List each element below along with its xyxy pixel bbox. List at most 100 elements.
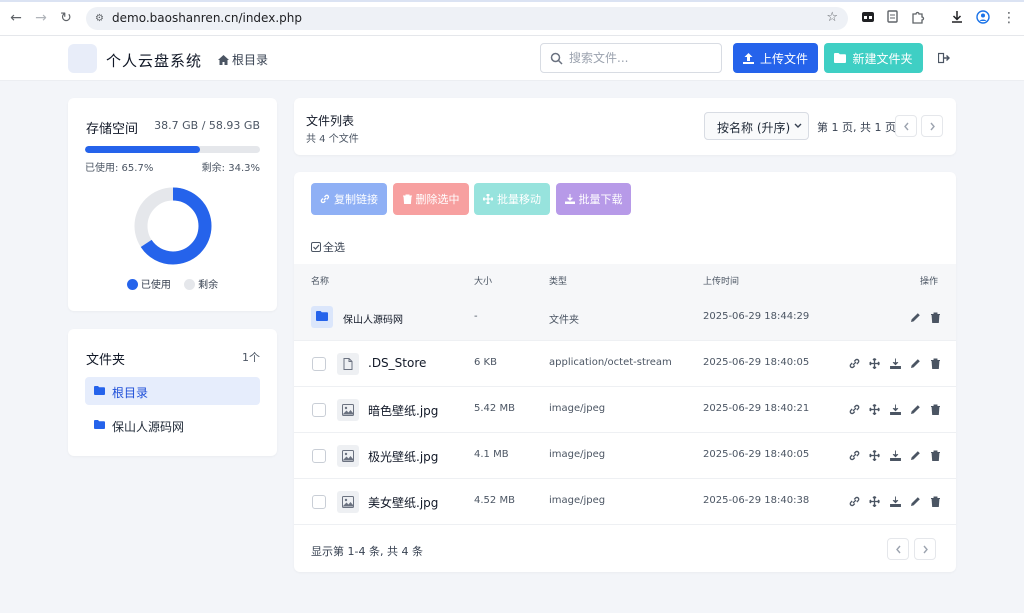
row-checkbox[interactable] xyxy=(312,357,326,371)
delete-icon[interactable] xyxy=(930,450,941,461)
move-icon[interactable] xyxy=(869,450,880,461)
row-name[interactable]: 暗色壁纸.jpg xyxy=(368,402,438,419)
delete-icon[interactable] xyxy=(930,358,941,369)
column-actions: 操作 xyxy=(920,277,939,287)
row-time: 2025-06-29 18:40:38 xyxy=(703,495,810,506)
download-icon[interactable] xyxy=(890,450,901,461)
reload-icon[interactable]: ↻ xyxy=(57,9,75,27)
logout-icon[interactable] xyxy=(938,52,950,64)
delete-icon[interactable] xyxy=(930,496,941,507)
column-size: 大小 xyxy=(474,277,493,287)
batch-move-button[interactable]: 批量移动 xyxy=(474,183,550,215)
home-link-label: 根目录 xyxy=(232,53,269,67)
footer-next-page-button[interactable] xyxy=(914,538,936,560)
batch-download-button[interactable]: 批量下载 xyxy=(556,183,631,215)
puzzle-icon[interactable] xyxy=(911,10,925,24)
file-list-title: 文件列表 xyxy=(306,114,355,128)
rename-icon[interactable] xyxy=(910,450,921,461)
share-link-icon[interactable] xyxy=(849,496,860,507)
storage-free-percent: 剩余: 34.3% xyxy=(201,163,260,174)
share-link-icon[interactable] xyxy=(849,450,860,461)
back-icon[interactable]: ← xyxy=(7,9,25,27)
copy-link-button[interactable]: 复制链接 xyxy=(311,183,387,215)
new-folder-button[interactable]: 新建文件夹 xyxy=(824,43,923,73)
file-table-card: 复制链接 删除选中 批量移动 批量下载 全选 名称 大小 类型 上传时间 操作 xyxy=(294,172,956,572)
move-icon xyxy=(483,194,493,204)
address-url[interactable]: demo.baoshanren.cn/index.php xyxy=(112,11,302,26)
row-type-icon xyxy=(337,353,359,375)
move-icon[interactable] xyxy=(869,496,880,507)
delete-icon[interactable] xyxy=(930,312,941,323)
row-checkbox[interactable] xyxy=(312,495,326,509)
bookmark-star-icon[interactable]: ☆ xyxy=(826,10,838,25)
chevron-right-icon xyxy=(930,122,935,131)
move-icon[interactable] xyxy=(869,404,880,415)
select-all-toggle[interactable]: 全选 xyxy=(311,239,345,255)
table-row[interactable]: 美女壁纸.jpg 4.52 MB image/jpeg 2025-06-29 18:4… xyxy=(294,479,956,525)
row-name[interactable]: .DS_Store xyxy=(368,356,426,370)
row-checkbox[interactable] xyxy=(312,403,326,417)
next-page-button[interactable] xyxy=(921,115,943,137)
download-icon[interactable] xyxy=(890,358,901,369)
forward-icon[interactable]: → xyxy=(32,9,50,27)
extension-icon[interactable] xyxy=(861,10,875,24)
row-size: 4.52 MB xyxy=(474,495,515,506)
folder-item-root[interactable]: 根目录 xyxy=(85,377,260,405)
rename-icon[interactable] xyxy=(910,358,921,369)
share-link-icon[interactable] xyxy=(849,404,860,415)
rename-icon[interactable] xyxy=(910,496,921,507)
sort-select-value: 按名称 (升序) xyxy=(717,121,791,135)
storage-progress-bar xyxy=(85,146,260,153)
download-icon[interactable] xyxy=(890,404,901,415)
folder-item-label: 保山人源码网 xyxy=(112,420,185,434)
search-box[interactable] xyxy=(540,43,722,73)
download-icon[interactable] xyxy=(890,496,901,507)
home-link[interactable]: 根目录 xyxy=(218,51,268,68)
chevron-down-icon xyxy=(794,123,802,128)
reading-list-icon[interactable] xyxy=(886,10,900,24)
upload-button-label: 上传文件 xyxy=(759,51,808,66)
folder-item-label: 根目录 xyxy=(112,386,149,400)
sort-select[interactable]: 按名称 (升序) xyxy=(704,112,809,140)
row-name[interactable]: 保山人源码网 xyxy=(343,311,403,326)
table-row[interactable]: 暗色壁纸.jpg 5.42 MB image/jpeg 2025-06-29 18:4… xyxy=(294,387,956,433)
table-row[interactable]: .DS_Store 6 KB application/octet-stream 202… xyxy=(294,341,956,387)
downloads-icon[interactable] xyxy=(950,10,964,24)
delete-icon[interactable] xyxy=(930,404,941,415)
folder-item-baoshanren[interactable]: 保山人源码网 xyxy=(85,411,260,439)
folder-row-icon xyxy=(311,306,333,328)
file-list-count: 共 4 个文件 xyxy=(306,134,359,145)
table-row[interactable]: 极光壁纸.jpg 4.1 MB image/jpeg 2025-06-29 18:40… xyxy=(294,433,956,479)
footer-prev-page-button[interactable] xyxy=(887,538,909,560)
delete-selected-button[interactable]: 删除选中 xyxy=(393,183,469,215)
site-info-icon[interactable]: ⚙ xyxy=(93,12,106,25)
search-input[interactable] xyxy=(569,49,715,67)
row-name[interactable]: 美女壁纸.jpg xyxy=(368,494,438,511)
batch-download-button-label: 批量下载 xyxy=(578,194,623,206)
profile-icon[interactable] xyxy=(976,10,990,24)
legend-free: 剩余 xyxy=(184,279,218,291)
row-name[interactable]: 极光壁纸.jpg xyxy=(368,448,438,465)
chevron-right-icon xyxy=(923,545,928,554)
storage-card: 存储空间 38.7 GB / 58.93 GB 已使用: 65.7% 剩余: 3… xyxy=(68,98,277,311)
address-bar[interactable]: ⚙ demo.baoshanren.cn/index.php ☆ xyxy=(86,7,848,30)
row-checkbox[interactable] xyxy=(312,449,326,463)
storage-used-total: 38.7 GB / 58.93 GB xyxy=(154,119,260,132)
batch-move-button-label: 批量移动 xyxy=(497,194,541,206)
menu-kebab-icon[interactable]: ⋮ xyxy=(1000,9,1018,27)
rename-icon[interactable] xyxy=(910,312,921,323)
image-icon xyxy=(342,450,354,462)
download-icon xyxy=(564,194,575,204)
image-icon xyxy=(342,496,354,508)
upload-button[interactable]: 上传文件 xyxy=(733,43,818,73)
pagination-summary: 显示第 1-4 条, 共 4 条 xyxy=(311,545,423,558)
row-time: 2025-06-29 18:44:29 xyxy=(703,311,810,322)
move-icon[interactable] xyxy=(869,358,880,369)
rename-icon[interactable] xyxy=(910,404,921,415)
folder-icon xyxy=(316,311,328,321)
row-size: - xyxy=(474,311,478,322)
prev-page-button[interactable] xyxy=(895,115,917,137)
row-type: image/jpeg xyxy=(549,449,606,460)
share-link-icon[interactable] xyxy=(849,358,860,369)
table-row[interactable]: 保山人源码网 - 文件夹 2025-06-29 18:44:29 xyxy=(294,295,956,341)
